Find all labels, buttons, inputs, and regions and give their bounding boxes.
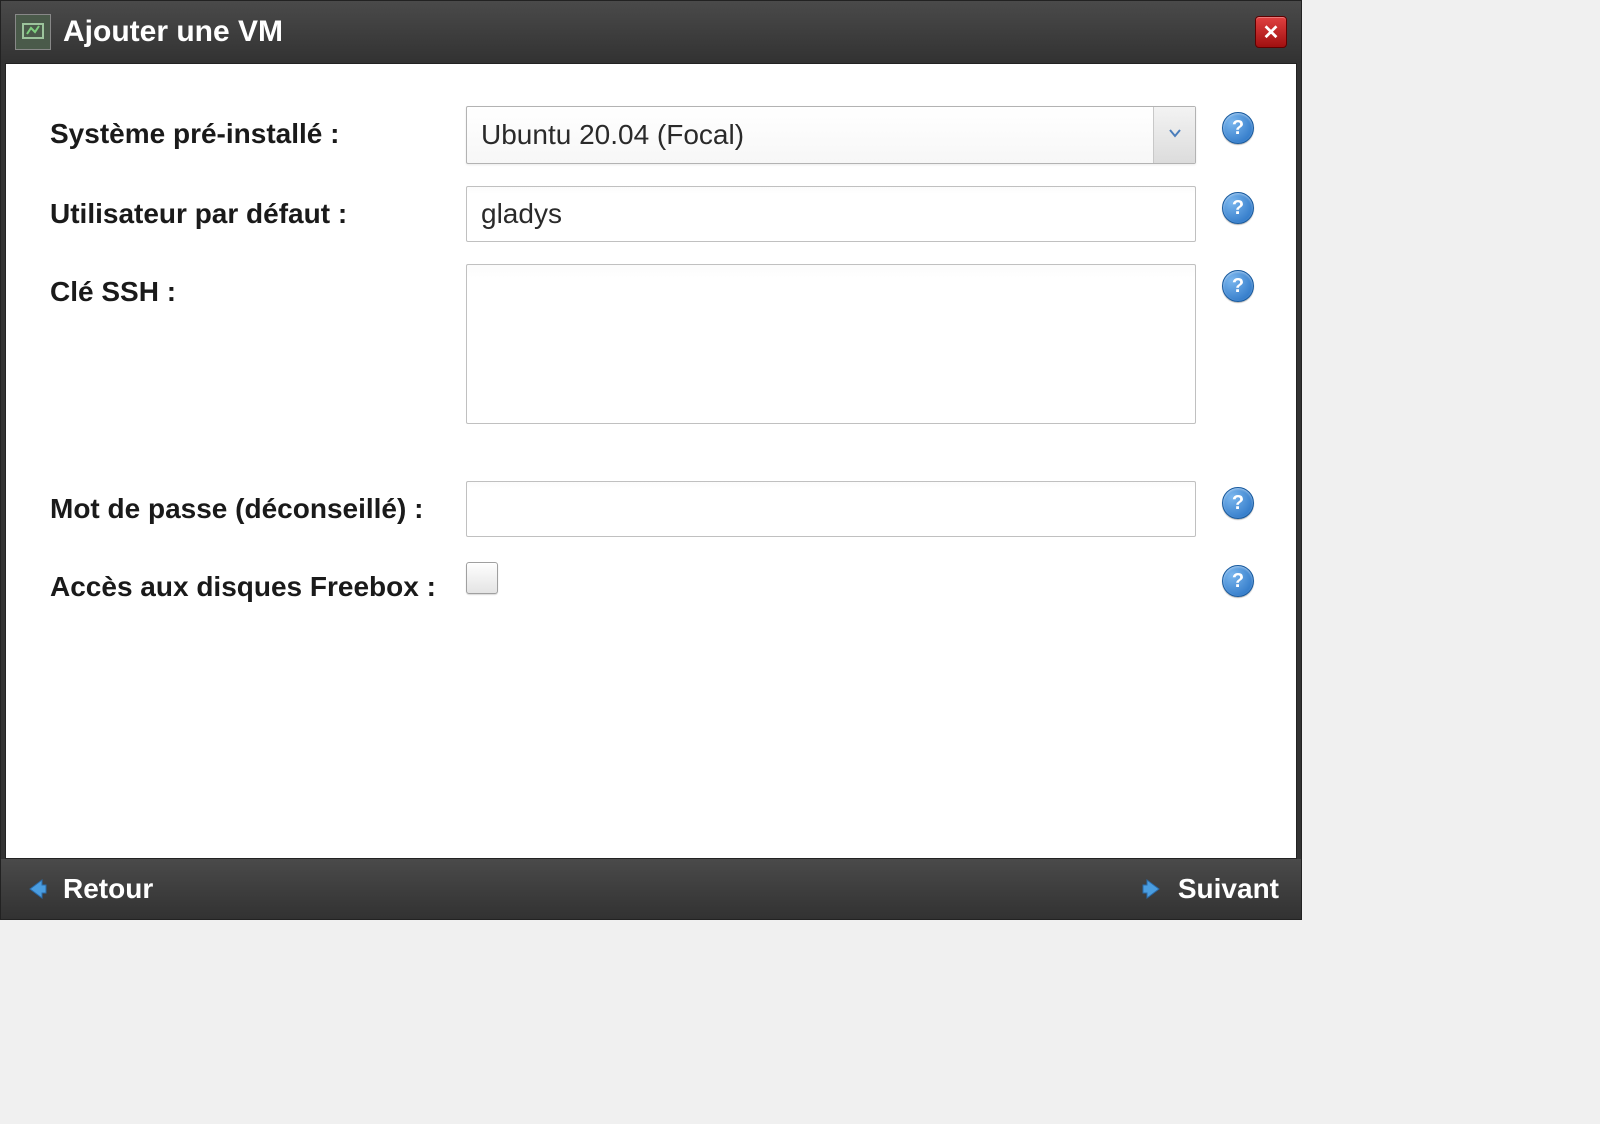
row-preinstalled-system: Système pré-installé : Ubuntu 20.04 (Foc… (50, 106, 1256, 164)
next-button[interactable]: Suivant (1138, 873, 1279, 905)
help-icon: ? (1232, 570, 1244, 593)
close-button[interactable]: ✕ (1255, 16, 1287, 48)
vm-app-icon (15, 14, 51, 50)
help-icon: ? (1232, 492, 1244, 515)
combobox-trigger[interactable] (1153, 107, 1195, 163)
disk-access-checkbox[interactable] (466, 562, 498, 594)
row-password: Mot de passe (déconseillé) : ? (50, 481, 1256, 537)
help-icon: ? (1232, 275, 1244, 298)
help-button-disk-access[interactable]: ? (1222, 565, 1254, 597)
help-icon: ? (1232, 117, 1244, 140)
dialog-footer: Retour Suivant (1, 859, 1301, 919)
next-button-label: Suivant (1178, 873, 1279, 905)
row-ssh-key: Clé SSH : ? (50, 264, 1256, 429)
dialog-body: Système pré-installé : Ubuntu 20.04 (Foc… (5, 63, 1297, 859)
preinstalled-system-combobox[interactable]: Ubuntu 20.04 (Focal) (466, 106, 1196, 164)
help-button-system[interactable]: ? (1222, 112, 1254, 144)
label-default-user: Utilisateur par défaut : (50, 186, 466, 232)
back-button-label: Retour (63, 873, 153, 905)
preinstalled-system-value: Ubuntu 20.04 (Focal) (467, 107, 1153, 163)
default-user-input[interactable] (466, 186, 1196, 242)
row-disk-access: Accès aux disques Freebox : ? (50, 559, 1256, 605)
ssh-key-textarea[interactable] (466, 264, 1196, 424)
label-preinstalled-system: Système pré-installé : (50, 106, 466, 152)
help-button-default-user[interactable]: ? (1222, 192, 1254, 224)
help-icon: ? (1232, 197, 1244, 220)
row-default-user: Utilisateur par défaut : ? (50, 186, 1256, 242)
arrow-left-icon (23, 875, 51, 903)
chevron-down-icon (1167, 125, 1183, 146)
dialog-window: Ajouter une VM ✕ Système pré-installé : … (0, 0, 1302, 920)
close-icon: ✕ (1263, 20, 1280, 45)
label-disk-access: Accès aux disques Freebox : (50, 559, 466, 605)
arrow-right-icon (1138, 875, 1166, 903)
help-button-password[interactable]: ? (1222, 487, 1254, 519)
label-ssh-key: Clé SSH : (50, 264, 466, 310)
window-title: Ajouter une VM (63, 15, 1255, 49)
titlebar: Ajouter une VM ✕ (1, 1, 1301, 63)
back-button[interactable]: Retour (23, 873, 153, 905)
label-password: Mot de passe (déconseillé) : (50, 481, 466, 527)
password-input[interactable] (466, 481, 1196, 537)
help-button-ssh-key[interactable]: ? (1222, 270, 1254, 302)
